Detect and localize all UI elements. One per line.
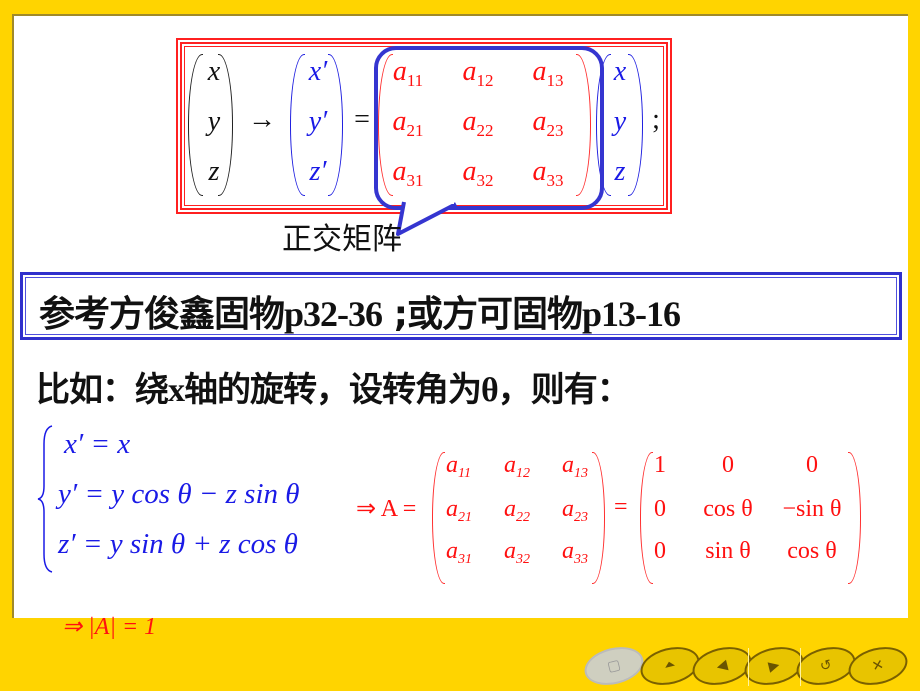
vec-z: z bbox=[208, 156, 220, 187]
example-axis: x bbox=[168, 372, 185, 409]
left-paren bbox=[290, 54, 305, 196]
left-brace bbox=[37, 425, 53, 573]
reference-box: 参考方俊鑫固物p32-36 ;或方可固物p13-16 bbox=[20, 272, 902, 340]
example-text-1: 比如：绕 bbox=[36, 370, 169, 410]
orthogonal-matrix-callout bbox=[374, 46, 604, 210]
home-icon: ▢ bbox=[605, 657, 623, 675]
vec-x: x bbox=[613, 56, 627, 87]
example-theta: θ bbox=[481, 372, 499, 409]
right-paren bbox=[218, 54, 233, 196]
vec-x-prime: x′ bbox=[308, 56, 328, 87]
nav-separator bbox=[800, 648, 801, 686]
reference-book-1: 参考方俊鑫固物 bbox=[39, 294, 285, 335]
previous-icon: ◀ bbox=[714, 657, 730, 675]
reference-book-2: ;或方可固物 bbox=[382, 294, 583, 335]
example-text-2: 轴的旋转，设转角为 bbox=[184, 370, 482, 410]
symbolic-entry: a12 bbox=[504, 452, 530, 481]
vec-z: z bbox=[614, 156, 626, 187]
semicolon: ; bbox=[652, 104, 660, 135]
symbolic-entry: a22 bbox=[504, 496, 530, 525]
nav-separator bbox=[748, 648, 749, 686]
vec-z-prime: z′ bbox=[309, 156, 327, 187]
reference-pages-1: p32-36 bbox=[284, 294, 383, 334]
symbolic-entry: a31 bbox=[446, 538, 472, 567]
numeric-entry: 0 bbox=[722, 452, 734, 478]
equation-z: z′ = y sin θ + z cos θ bbox=[58, 528, 298, 560]
matrix-equals: = bbox=[614, 494, 628, 520]
right-paren bbox=[328, 54, 343, 196]
left-paren bbox=[188, 54, 203, 196]
numeric-entry: −sin θ bbox=[782, 496, 842, 522]
equation-y: y′ = y cos θ − z sin θ bbox=[58, 478, 300, 510]
numeric-entry: 0 bbox=[654, 496, 666, 522]
right-paren bbox=[628, 54, 643, 196]
matrix-prefix: ⇒ A = bbox=[356, 496, 417, 522]
arrow: → bbox=[248, 104, 276, 135]
symbolic-entry: a11 bbox=[446, 452, 471, 481]
example-heading: 比如：绕x轴的旋转，设转角为θ，则有： bbox=[36, 362, 631, 411]
vec-x: x bbox=[207, 56, 221, 87]
vec-y-prime: y′ bbox=[308, 106, 328, 137]
vec-y: y bbox=[207, 106, 221, 137]
reference-pages-2: p13-16 bbox=[581, 294, 681, 334]
next-icon: ▶ bbox=[766, 657, 782, 675]
close-icon: ✕ bbox=[870, 657, 886, 675]
numeric-entry: 1 bbox=[654, 452, 666, 478]
vec-y: y bbox=[613, 106, 627, 137]
symbolic-entry: a33 bbox=[562, 538, 588, 567]
symbolic-entry: a23 bbox=[562, 496, 588, 525]
numeric-entry: sin θ bbox=[705, 538, 751, 564]
numeric-entry: cos θ bbox=[703, 496, 753, 522]
numeric-entry: 0 bbox=[806, 452, 818, 478]
callout-label: 正交矩阵 bbox=[282, 222, 402, 257]
reference-text: 参考方俊鑫固物p32-36 ;或方可固物p13-16 bbox=[39, 285, 681, 337]
numeric-entry: cos θ bbox=[787, 538, 837, 564]
numeric-entry: 0 bbox=[654, 538, 666, 564]
symbolic-entry: a32 bbox=[504, 538, 530, 567]
symbolic-entry: a13 bbox=[562, 452, 588, 481]
first-icon: ⏶ bbox=[662, 656, 678, 675]
symbolic-entry: a21 bbox=[446, 496, 472, 525]
example-text-3: ，则有： bbox=[497, 370, 631, 410]
equation-x: x′ = x bbox=[64, 428, 131, 460]
return-icon: ↺ bbox=[818, 657, 834, 675]
determinant-result: ⇒ |A| = 1 bbox=[62, 614, 157, 640]
